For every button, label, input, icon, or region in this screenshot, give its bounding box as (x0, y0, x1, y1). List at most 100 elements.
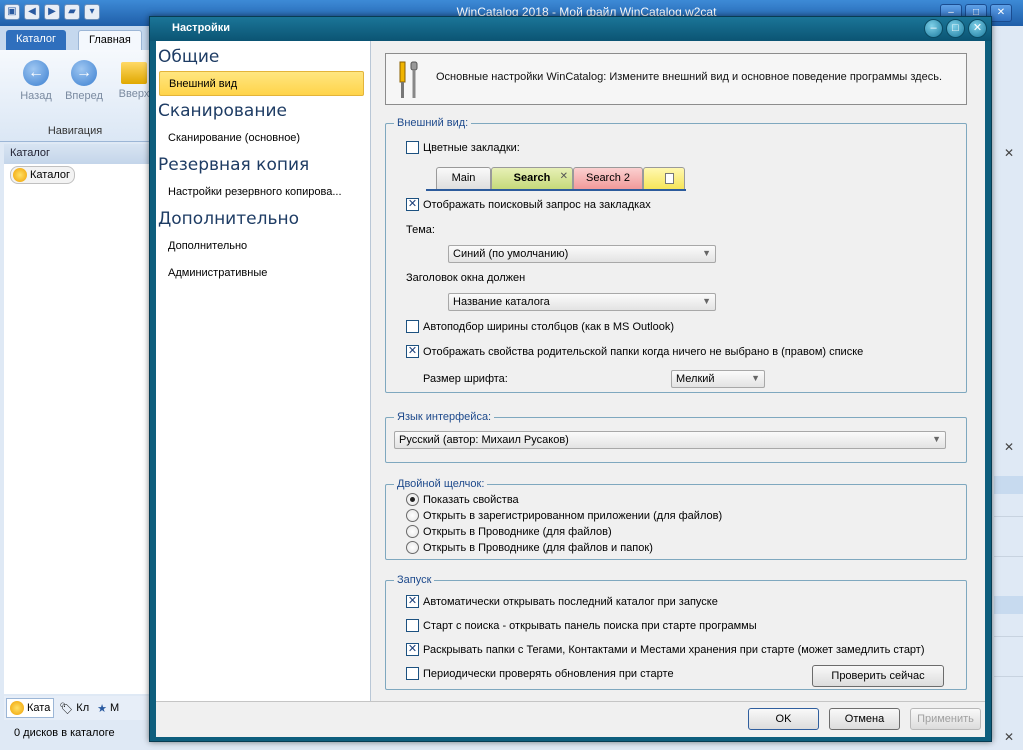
close-icon[interactable]: ✕ (968, 19, 987, 38)
startup-option-label: Старт с поиска - открывать панель поиска… (423, 619, 757, 632)
startup-check-updates[interactable]: Периодически проверять обновления при ст… (406, 667, 674, 680)
close-icon[interactable]: ✕ (1004, 440, 1014, 454)
forward-button[interactable]: → Вперед (64, 60, 104, 102)
close-icon[interactable]: ✕ (990, 4, 1012, 22)
autofit-checkbox[interactable]: Автоподбор ширины столбцов (как в MS Out… (406, 320, 674, 333)
language-select[interactable]: Русский (автор: Михаил Русаков) ▼ (394, 431, 946, 449)
checkbox-box[interactable] (406, 344, 419, 358)
cancel-button[interactable]: Отмена (829, 708, 900, 730)
checkbox-box[interactable] (406, 667, 419, 680)
tag-icon: 🏷 (59, 702, 74, 715)
minimize-icon[interactable]: – (924, 19, 943, 38)
checkbox-box[interactable] (406, 141, 419, 154)
radio-button[interactable] (406, 541, 419, 554)
close-icon[interactable]: ✕ (1004, 146, 1014, 160)
star-icon: ★ (97, 702, 107, 715)
maximize-icon[interactable]: □ (946, 19, 965, 38)
close-tab-icon[interactable]: ✕ (560, 171, 568, 182)
close-icon[interactable]: ✕ (1004, 730, 1014, 744)
nav-item-advanced[interactable]: Дополнительно (168, 240, 247, 252)
parent-props-checkbox[interactable]: Отображать свойства родительской папки к… (406, 344, 863, 358)
forward-small-icon[interactable]: ▶ (44, 4, 60, 20)
startup-expand-folders[interactable]: Раскрывать папки с Тегами, Контактами и … (406, 642, 925, 656)
radio-button[interactable] (406, 509, 419, 522)
checkbox-box[interactable] (406, 320, 419, 333)
preview-tab-search-label: Search (513, 172, 551, 184)
settings-dialog: Настройки – □ ✕ Общие Внешний вид Сканир… (149, 16, 992, 742)
nav-category-scanning[interactable]: Сканирование (158, 101, 287, 121)
back-small-icon[interactable]: ◀ (24, 4, 40, 20)
row-divider (994, 636, 1023, 637)
preview-tab-search[interactable]: Search ✕ (491, 167, 573, 189)
radio-button[interactable] (406, 525, 419, 538)
tab-strip-line (426, 189, 686, 191)
tools-icon (399, 61, 418, 98)
nav-item-scanning-basic[interactable]: Сканирование (основное) (168, 132, 300, 144)
forward-label: Вперед (65, 90, 103, 102)
bottom-tab-keywords[interactable]: 🏷 Кл (56, 698, 92, 718)
window-title-select[interactable]: Название каталога ▼ (448, 293, 716, 311)
font-size-select[interactable]: Мелкий ▼ (671, 370, 765, 388)
folder-up-icon (121, 62, 147, 84)
nav-category-backup[interactable]: Резервная копия (158, 155, 309, 175)
checkbox-box[interactable] (406, 197, 419, 211)
up-button[interactable]: Вверх (114, 60, 154, 100)
dialog-title-bar[interactable]: Настройки – □ ✕ (150, 17, 991, 41)
checkbox-box[interactable] (406, 642, 419, 656)
appearance-group-label: Внешний вид: (394, 117, 472, 129)
settings-nav: Общие Внешний вид Сканирование Сканирова… (156, 41, 371, 701)
folder-small-icon[interactable]: ▰ (64, 4, 80, 20)
theme-select[interactable]: Синий (по умолчанию) ▼ (448, 245, 716, 263)
nav-item-admin[interactable]: Административные (168, 267, 267, 279)
settings-header: Основные настройки WinCatalog: Измените … (385, 53, 967, 105)
bottom-tab-label: Кл (76, 702, 90, 714)
catalog-sun-icon (10, 701, 24, 715)
dbl-option-registered-app[interactable]: Открыть в зарегистрированном приложении … (406, 509, 722, 522)
catalog-tree[interactable]: Каталог (4, 164, 150, 694)
check-now-button[interactable]: Проверить сейчас (812, 665, 944, 687)
startup-group: Запуск Автоматически открывать последний… (385, 574, 967, 690)
dialog-title: Настройки (172, 22, 231, 34)
dbl-option-explorer-files[interactable]: Открыть в Проводнике (для файлов) (406, 525, 612, 538)
tab-home[interactable]: Главная (78, 30, 142, 50)
apply-button[interactable]: Применить (910, 708, 981, 730)
preview-new-tab[interactable] (643, 167, 685, 189)
startup-open-last[interactable]: Автоматически открывать последний катало… (406, 594, 718, 608)
colored-tabs-checkbox[interactable]: Цветные закладки: (406, 141, 520, 154)
preview-tab-search2[interactable]: Search 2 (573, 167, 643, 189)
nav-item-appearance[interactable]: Внешний вид (159, 71, 364, 96)
new-document-icon (664, 173, 674, 184)
nav-item-backup-settings[interactable]: Настройки резервного копирова... (168, 186, 342, 198)
bottom-tab-catalog[interactable]: Ката (6, 698, 55, 718)
radio-button[interactable] (406, 493, 419, 506)
tab-catalog[interactable]: Каталог (6, 30, 66, 50)
checkbox-box[interactable] (406, 594, 419, 608)
bottom-tab-locations[interactable]: ★ М (94, 698, 122, 718)
font-size-select-value: Мелкий (676, 373, 715, 385)
quick-access-toolbar: ▣ ◀ ▶ ▰ ▾ (4, 4, 100, 20)
row-divider (994, 676, 1023, 677)
dialog-footer: OK Отмена Применить (156, 701, 985, 737)
preview-tab-main[interactable]: Main (436, 167, 491, 189)
show-query-checkbox[interactable]: Отображать поисковый запрос на закладках (406, 197, 651, 211)
colored-tabs-label: Цветные закладки: (423, 141, 520, 154)
ok-button[interactable]: OK (748, 708, 819, 730)
window-title-select-value: Название каталога (453, 296, 550, 308)
chevron-down-icon: ▼ (751, 373, 760, 383)
back-button[interactable]: ← Назад (16, 60, 56, 102)
appearance-group: Внешний вид: Цветные закладки: Main Sear… (385, 117, 967, 393)
startup-search-panel[interactable]: Старт с поиска - открывать панель поиска… (406, 619, 757, 632)
dbl-option-properties[interactable]: Показать свойства (406, 493, 519, 506)
language-group-label: Язык интерфейса: (394, 411, 495, 423)
catalog-panel-header: Каталог (4, 144, 150, 164)
dialog-body: Общие Внешний вид Сканирование Сканирова… (156, 41, 985, 737)
nav-category-advanced[interactable]: Дополнительно (158, 209, 299, 229)
dbl-option-explorer-all[interactable]: Открыть в Проводнике (для файлов и папок… (406, 541, 653, 554)
startup-option-label: Раскрывать папки с Тегами, Контактами и … (423, 643, 925, 656)
catalog-sun-icon (13, 168, 27, 182)
tree-node-catalog[interactable]: Каталог (10, 166, 75, 184)
app-menu-icon[interactable]: ▣ (4, 4, 20, 20)
customize-dropdown-icon[interactable]: ▾ (84, 4, 100, 20)
nav-category-general[interactable]: Общие (158, 47, 219, 67)
checkbox-box[interactable] (406, 619, 419, 632)
